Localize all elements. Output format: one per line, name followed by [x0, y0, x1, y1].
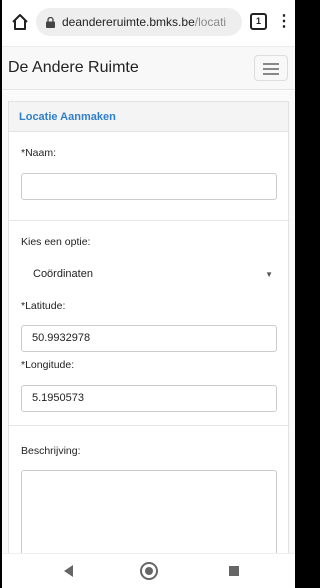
divider: [9, 425, 290, 426]
option-label: Kies een optie:: [21, 236, 91, 248]
option-select[interactable]: Coördinaten ▼: [21, 261, 277, 288]
browser-toolbar: deandereruimte.bmks.be/locati 1 ⋮: [2, 0, 295, 44]
address-bar[interactable]: deandereruimte.bmks.be/locati: [36, 8, 242, 36]
home-icon[interactable]: [10, 12, 30, 32]
location-form-card: Locatie Aanmaken *Naam: Kies een optie: …: [8, 101, 290, 570]
latitude-input[interactable]: 50.9932978: [21, 325, 277, 352]
url-path: /locati: [194, 15, 227, 29]
option-selected-value: Coördinaten: [33, 268, 93, 280]
system-navigation-bar: [2, 553, 295, 588]
card-header: Locatie Aanmaken: [9, 102, 288, 132]
select-caret-icon: ▼: [265, 270, 273, 279]
page-content: Locatie Aanmaken *Naam: Kies een optie: …: [2, 91, 295, 570]
back-icon[interactable]: [64, 565, 73, 577]
recent-apps-icon[interactable]: [229, 566, 239, 576]
tabs-icon[interactable]: 1: [250, 13, 267, 30]
latitude-label: *Latitude:: [21, 300, 66, 312]
divider: [9, 220, 290, 221]
overflow-menu-icon[interactable]: ⋮: [276, 12, 292, 32]
site-brand[interactable]: De Andere Ruimte: [8, 59, 139, 77]
hamburger-icon[interactable]: [254, 55, 288, 81]
url-host: deandereruimte.bmks.be: [62, 15, 195, 29]
naam-label: *Naam:: [21, 147, 57, 159]
description-label: Beschrijving:: [21, 445, 81, 457]
lock-icon: [46, 16, 55, 28]
site-navbar: De Andere Ruimte: [2, 46, 295, 90]
home-circle-icon[interactable]: [140, 562, 158, 580]
longitude-label: *Longitude:: [21, 359, 75, 371]
phone-screen: deandereruimte.bmks.be/locati 1 ⋮ De And…: [2, 0, 295, 588]
form-title: Locatie Aanmaken: [19, 111, 116, 123]
longitude-input[interactable]: 5.1950573: [21, 385, 277, 412]
naam-input[interactable]: [21, 173, 277, 200]
